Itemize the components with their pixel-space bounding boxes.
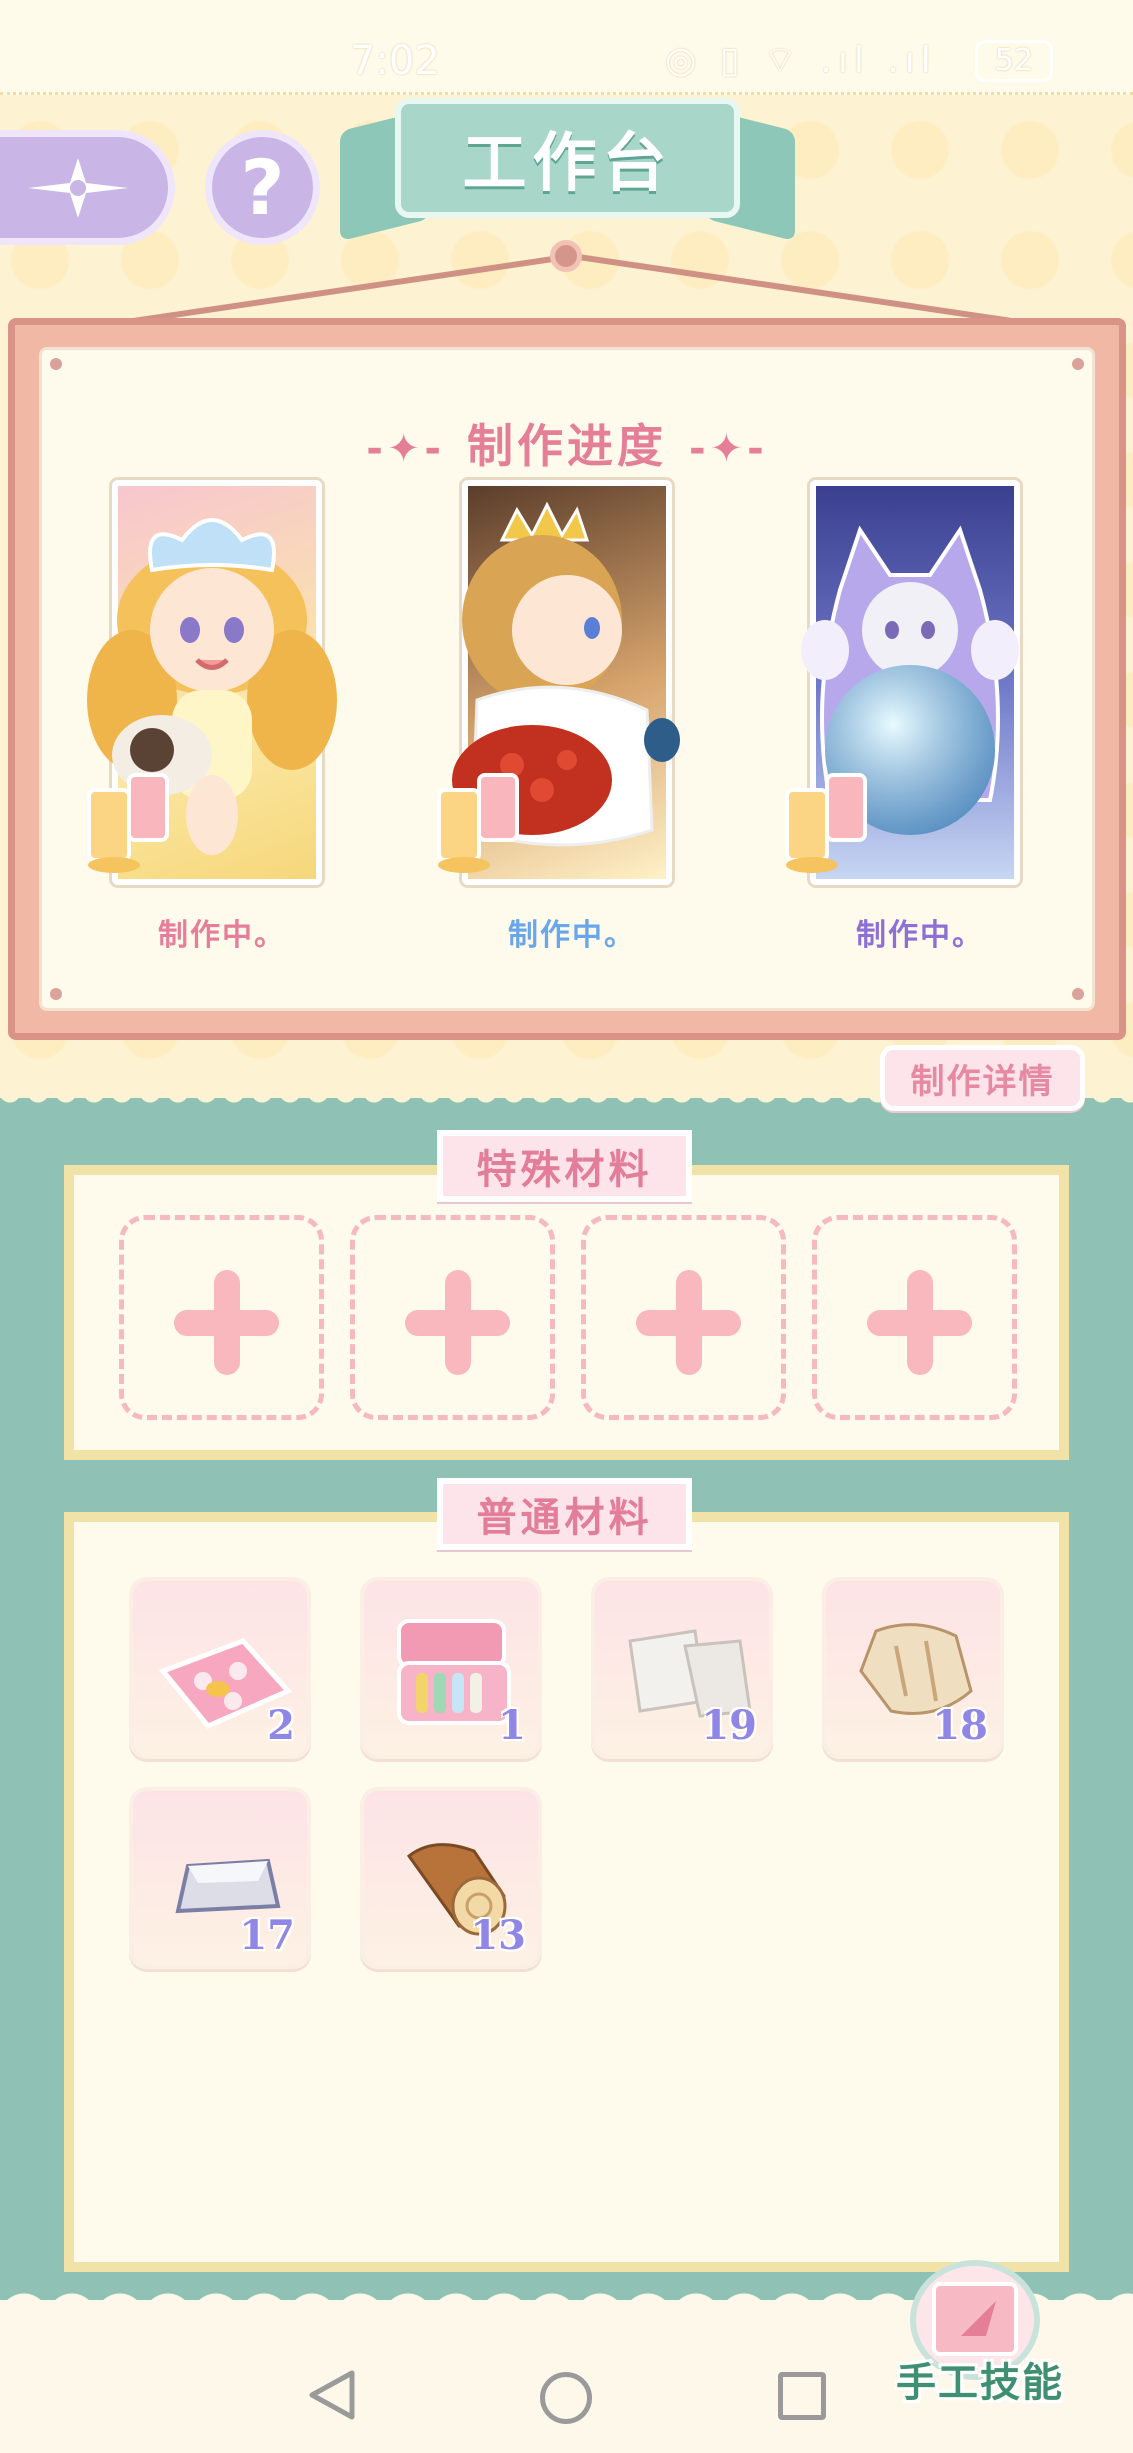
- battery-icon: 52: [975, 40, 1053, 82]
- board-rivet: [1072, 988, 1084, 1000]
- board-rivet: [1072, 358, 1084, 370]
- material-count: 13: [470, 1912, 526, 1959]
- material-count: 2: [267, 1702, 295, 1749]
- workbench-screen: 7:02 ◎ ▯ ⌔ .ıl .ıl 52 ? 工作台 -✦- 制作进度 -✦-: [0, 0, 1133, 2453]
- progress-board-inner: -✦- 制作进度 -✦- 制作中。 制作中。 制作中。: [39, 347, 1095, 1011]
- material-item[interactable]: 18: [822, 1577, 1004, 1759]
- nav-recent-icon[interactable]: [778, 2372, 826, 2420]
- material-count: 18: [932, 1702, 988, 1749]
- special-materials-panel: [64, 1165, 1069, 1460]
- compass-star-icon: [27, 157, 128, 218]
- craft-skill-label: 手工技能: [896, 2360, 1064, 2406]
- nail-icon: [550, 240, 582, 272]
- board-rivet: [50, 358, 62, 370]
- thread-spool-icon: [87, 773, 169, 873]
- special-material-slot[interactable]: [581, 1215, 786, 1420]
- status-icons: ◎ ▯ ⌔ .ıl .ıl: [665, 40, 937, 81]
- back-button[interactable]: [0, 130, 175, 245]
- sparkle-icon: -✦-: [689, 426, 768, 472]
- craft-skill-button[interactable]: 手工技能: [885, 2250, 1075, 2410]
- page-title: 工作台: [395, 98, 740, 218]
- normal-materials-title: 普通材料: [437, 1478, 692, 1550]
- crafting-card-2[interactable]: [422, 480, 702, 885]
- special-material-slot[interactable]: [350, 1215, 555, 1420]
- material-item[interactable]: 19: [591, 1577, 773, 1759]
- thread-spool-icon: [785, 773, 867, 873]
- normal-materials-panel: 2 1 19 18 17 13: [64, 1512, 1069, 2272]
- progress-board: -✦- 制作进度 -✦- 制作中。 制作中。 制作中。: [8, 318, 1126, 1040]
- nav-back-icon[interactable]: [302, 2365, 362, 2425]
- progress-title: 制作进度: [467, 419, 667, 473]
- material-item[interactable]: 13: [360, 1787, 542, 1969]
- crafting-card-3[interactable]: [770, 480, 1050, 885]
- material-count: 19: [701, 1702, 757, 1749]
- material-count: 1: [498, 1702, 526, 1749]
- nav-home-icon[interactable]: [540, 2372, 592, 2424]
- material-item[interactable]: 17: [129, 1787, 311, 1969]
- progress-title-row: -✦- 制作进度 -✦-: [42, 410, 1092, 476]
- material-item[interactable]: 2: [129, 1577, 311, 1759]
- special-material-slot[interactable]: [119, 1215, 324, 1420]
- crafting-status-3: 制作中。: [856, 918, 984, 953]
- material-count: 17: [239, 1912, 295, 1959]
- crafting-details-button[interactable]: 制作详情: [880, 1045, 1085, 1111]
- status-time: 7:02: [350, 38, 440, 84]
- material-item[interactable]: 1: [360, 1577, 542, 1759]
- crafting-status-2: 制作中。: [508, 918, 636, 953]
- sparkle-icon: -✦-: [366, 426, 445, 472]
- crafting-status-1: 制作中。: [158, 918, 286, 953]
- special-materials-title: 特殊材料: [437, 1130, 692, 1202]
- thread-spool-icon: [437, 773, 519, 873]
- crafting-card-1[interactable]: [72, 480, 352, 885]
- status-bar: 7:02 ◎ ▯ ⌔ .ıl .ıl 52: [0, 30, 1133, 90]
- help-button[interactable]: ?: [205, 130, 320, 245]
- board-rivet: [50, 988, 62, 1000]
- special-material-slot[interactable]: [812, 1215, 1017, 1420]
